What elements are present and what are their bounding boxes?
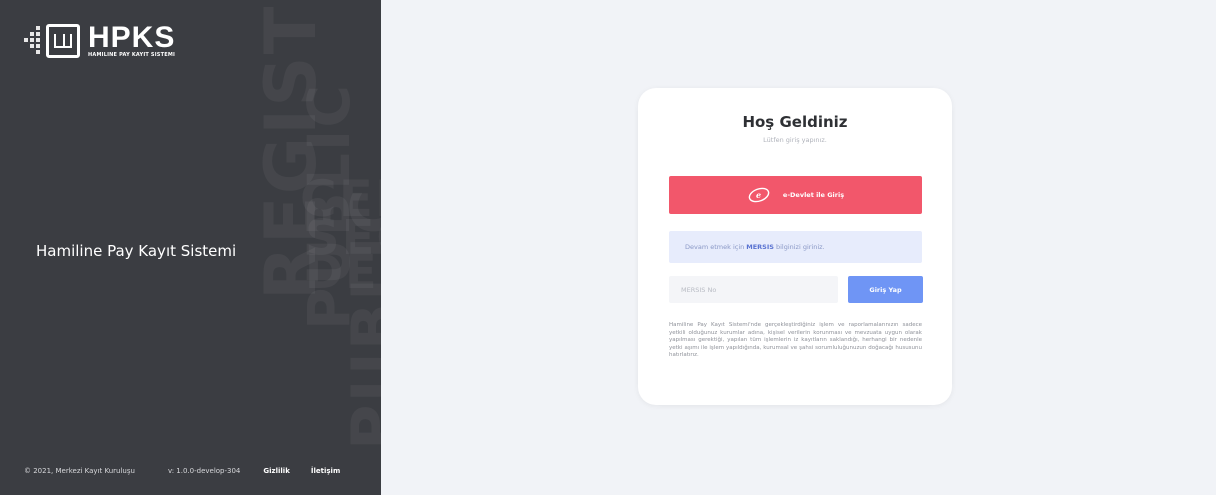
welcome-subtitle: Lütfen giriş yapınız. xyxy=(763,136,827,144)
version-text: v: 1.0.0-develop-304 xyxy=(167,467,241,475)
logo-subtitle: HAMILINE PAY KAYIT SISTEMI xyxy=(88,52,176,58)
logo-title: HPKS xyxy=(88,21,176,54)
logo-dots-icon xyxy=(24,24,42,58)
edevlet-button-label: e-Devlet ile Giriş xyxy=(782,191,845,199)
hpks-logo: HPKS HAMILINE PAY KAYIT SISTEMI xyxy=(24,21,176,59)
logo-text: HPKS HAMILINE PAY KAYIT SISTEMI xyxy=(88,21,176,59)
edevlet-login-button[interactable]: e e-Devlet ile Giriş xyxy=(669,176,922,214)
contact-link[interactable]: İletişim xyxy=(311,467,340,475)
mersis-input[interactable] xyxy=(669,276,838,303)
info-suffix: bilginizi giriniz. xyxy=(775,243,825,251)
privacy-link[interactable]: Gizlilik xyxy=(263,467,289,475)
mersis-info-box: Devam etmek için MERSIS bilginizi girini… xyxy=(669,231,922,263)
login-button[interactable]: Giriş Yap xyxy=(848,276,923,303)
sidebar: REGISTRY PUBLIC PUBLIC CEN SEC DEP HPKS … xyxy=(0,0,381,495)
book-icon xyxy=(46,24,80,58)
edevlet-icon: e xyxy=(748,187,770,203)
svg-text:e: e xyxy=(756,190,761,200)
legal-notice: Hamiline Pay Kayıt Sistemi'nde gerçekleş… xyxy=(669,322,922,358)
sidebar-footer: © 2021, Merkezi Kayıt Kuruluşu v: 1.0.0-… xyxy=(24,467,361,475)
info-highlight: MERSIS xyxy=(746,243,774,251)
background-word: DEP xyxy=(305,245,381,299)
login-card: Hoş Geldiniz Lütfen giriş yapınız. e e-D… xyxy=(638,88,952,405)
copyright-text: © 2021, Merkezi Kayıt Kuruluşu xyxy=(24,467,135,475)
welcome-title: Hoş Geldiniz xyxy=(742,113,848,131)
system-name: Hamiline Pay Kayıt Sistemi xyxy=(36,242,237,260)
info-prefix: Devam etmek için xyxy=(685,243,745,251)
